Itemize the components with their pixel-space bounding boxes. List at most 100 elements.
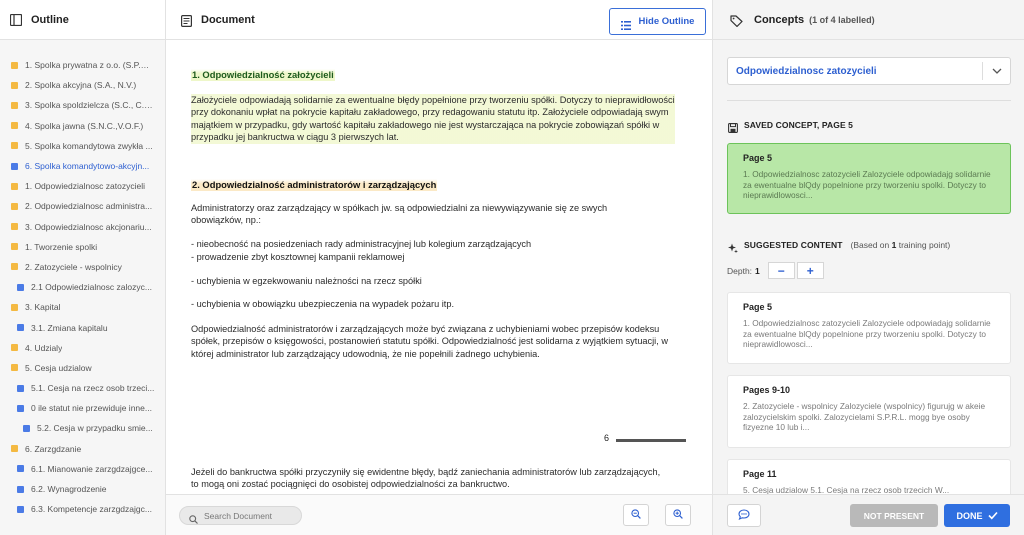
outline-item[interactable]: 1. Spolka prywatna z o.o. (S.P.R.... xyxy=(0,55,165,75)
outline-list: 1. Spolka prywatna z o.o. (S.P.R.... 2. S… xyxy=(0,40,165,519)
outline-item-label: 5.2. Cesja w przypadku smie... xyxy=(37,423,153,434)
suggestion-card[interactable]: Pages 9-10 2. Zatozyciele - wspolnicy Zal… xyxy=(727,375,1011,448)
bullet-item[interactable]: - prowadzenie zbyt kosztownej kampanii r… xyxy=(191,251,671,263)
outline-item[interactable]: 3. Odpowiedzialnosc akcjonariu... xyxy=(0,217,165,237)
outline-marker-icon xyxy=(23,424,30,432)
search-box[interactable] xyxy=(179,506,302,525)
zoom-in-icon xyxy=(673,506,683,524)
outline-title: Outline xyxy=(31,13,69,26)
outline-marker-icon xyxy=(11,81,18,89)
suggestion-card[interactable]: Page 5 1. Odpowiedzialnosc zatozycieli Za… xyxy=(727,292,1011,364)
outline-item[interactable]: 6.2. Wynagrodzenie xyxy=(0,479,165,499)
outline-marker-icon xyxy=(11,303,18,311)
outline-item[interactable]: 1. Tworzenie spolki xyxy=(0,237,165,257)
outline-item[interactable]: 1. Odpowiedzialnosc zatozycieli xyxy=(0,176,165,196)
outline-marker-icon xyxy=(17,505,24,513)
outline-marker-icon xyxy=(11,142,18,150)
section-1-heading[interactable]: 1. Odpowiedzialność założycieli xyxy=(191,69,671,82)
concept-dropdown[interactable]: Odpowiedzialnosc zatozycieli xyxy=(727,57,1011,85)
depth-value: 1 xyxy=(755,265,760,276)
document-title: Document xyxy=(201,13,255,26)
outline-item[interactable]: 5.1. Cesja na rzecz osob trzeci... xyxy=(0,378,165,398)
check-icon xyxy=(987,511,998,520)
section-2-intro[interactable]: Administratorzy oraz zarządzający w spół… xyxy=(191,202,661,227)
outline-item[interactable]: 6. Zarzgdzanie xyxy=(0,439,165,459)
outline-marker-icon xyxy=(11,101,18,109)
zoom-in-button[interactable] xyxy=(665,504,691,526)
done-button[interactable]: DONE xyxy=(944,504,1010,527)
card-title: Pages 9-10 xyxy=(743,385,791,395)
outline-item[interactable]: 3.1. Zmiana kapitalu xyxy=(0,317,165,337)
tag-icon xyxy=(730,14,743,27)
outline-header: Outline xyxy=(0,0,165,40)
document-icon xyxy=(181,14,193,27)
section-1-paragraph[interactable]: Założyciele odpowiadają solidarnie za ew… xyxy=(191,94,675,144)
saved-concept-card[interactable]: Page 5 1. Odpowiedzialnosc zatozycieli Z… xyxy=(727,143,1011,214)
outline-item-label: 5.1. Cesja na rzecz osob trzeci... xyxy=(31,383,155,394)
suggested-content-text: SUGGESTED CONTENT xyxy=(744,240,843,250)
outline-item[interactable]: 0 ile statut nie przewiduje inne... xyxy=(0,398,165,418)
sparkle-icon xyxy=(728,240,738,253)
outline-item[interactable]: 4. Spolka jawna (S.N.C.,V.O.F.) xyxy=(0,116,165,136)
section-1-title: 1. Odpowiedzialność założycieli xyxy=(191,69,335,82)
training-note-suffix: training point) xyxy=(896,240,951,250)
outline-item-label: 2. Odpowiedzialnosc administra... xyxy=(25,201,153,212)
outline-item[interactable]: 6. Spolka komandytowo-akcyjn... xyxy=(0,156,165,176)
outline-item[interactable]: 2. Odpowiedzialnosc administra... xyxy=(0,196,165,216)
zoom-out-button[interactable] xyxy=(623,504,649,526)
outline-marker-icon xyxy=(17,384,24,392)
search-icon xyxy=(189,511,198,524)
depth-decrease-button[interactable]: − xyxy=(767,262,795,279)
outline-item-label: 3. Odpowiedzialnosc akcjonariu... xyxy=(25,221,152,232)
outline-item-label: 6. Zarzgdzanie xyxy=(25,443,82,454)
outline-marker-icon xyxy=(11,61,18,69)
card-text: 1. Odpowiedzialnosc zatozycieli Zalozyci… xyxy=(743,169,991,201)
document-page: 1. Odpowiedzialność założycieli Założyci… xyxy=(166,41,712,493)
card-text: 1. Odpowiedzialnosc zatozycieli Zalozyci… xyxy=(743,318,991,350)
outline-item[interactable]: 5. Spolka komandytowa zwykła ... xyxy=(0,136,165,156)
outline-item[interactable]: 3. Spolka spoldzielcza (S.C., C.V.) xyxy=(0,95,165,115)
outline-item[interactable]: 2.1 Odpowiedzialnosc zalozyc... xyxy=(0,277,165,297)
not-present-button[interactable]: NOT PRESENT xyxy=(850,504,938,527)
outline-item[interactable]: 2. Spolka akcyjna (S.A., N.V.) xyxy=(0,75,165,95)
zoom-out-icon xyxy=(631,506,641,524)
search-input[interactable] xyxy=(204,510,294,521)
bullet-item[interactable]: - uchybienia w obowiązku ubezpieczenia n… xyxy=(191,298,671,310)
card-title: Page 11 xyxy=(743,469,777,479)
outline-toggle-icon[interactable] xyxy=(10,13,22,26)
section-2-heading[interactable]: 2. Odpowiedzialność administratorów i za… xyxy=(191,179,671,192)
outline-item[interactable]: 6.3. Kompetencje zarzgdzajgc... xyxy=(0,499,165,519)
section-2-paragraph[interactable]: Odpowiedzialność administratorów i zarzą… xyxy=(191,323,669,360)
outline-item-label: 6.1. Mianowanie zarzgdzajgce... xyxy=(31,463,153,474)
next-page-paragraph[interactable]: Jeżeli do bankructwa spółki przyczyniły … xyxy=(191,466,661,491)
outline-item-label: 6.3. Kompetencje zarzgdzajgc... xyxy=(31,504,152,515)
outline-item[interactable]: 5.2. Cesja w przypadku smie... xyxy=(0,418,165,438)
suggested-content-label: SUGGESTED CONTENT (Based on 1 training p… xyxy=(728,240,951,253)
outline-marker-icon xyxy=(11,364,18,372)
outline-marker-icon xyxy=(11,263,18,271)
outline-item-label: 3. Spolka spoldzielcza (S.C., C.V.) xyxy=(25,100,153,111)
outline-item[interactable]: 4. Udzialy xyxy=(0,338,165,358)
outline-item[interactable]: 2. Zatozyciele - wspolnicy xyxy=(0,257,165,277)
section-2-title: 2. Odpowiedzialność administratorów i za… xyxy=(191,179,438,192)
outline-item-label: 2. Zatozyciele - wspolnicy xyxy=(25,261,122,272)
outline-item-label: 3.1. Zmiana kapitalu xyxy=(31,322,108,333)
comment-button[interactable] xyxy=(727,504,761,527)
depth-control: Depth: 1 − + xyxy=(727,262,824,279)
document-header: Document Hide Outline xyxy=(166,0,712,40)
outline-item[interactable]: 5. Cesja udzialow xyxy=(0,358,165,378)
done-label: DONE xyxy=(956,510,983,521)
depth-increase-button[interactable]: + xyxy=(796,262,824,279)
concepts-header: Concepts (1 of 4 labelled) xyxy=(713,0,1024,40)
hide-outline-button[interactable]: Hide Outline xyxy=(609,8,706,35)
outline-item-label: 4. Udzialy xyxy=(25,342,63,353)
outline-item-label: 6.2. Wynagrodzenie xyxy=(31,484,107,495)
bullet-item[interactable]: - uchybienia w egzekwowaniu należności n… xyxy=(191,275,671,287)
labelled-count: (1 of 4 labelled) xyxy=(809,14,875,25)
outline-item-label: 4. Spolka jawna (S.N.C.,V.O.F.) xyxy=(25,120,144,131)
training-note: (Based on 1 training point) xyxy=(851,240,951,250)
bullet-item[interactable]: - nieobecność na posiedzeniach rady admi… xyxy=(191,238,671,250)
hide-outline-label: Hide Outline xyxy=(638,16,695,27)
outline-item[interactable]: 6.1. Mianowanie zarzgdzajgce... xyxy=(0,459,165,479)
outline-item[interactable]: 3. Kapital xyxy=(0,297,165,317)
